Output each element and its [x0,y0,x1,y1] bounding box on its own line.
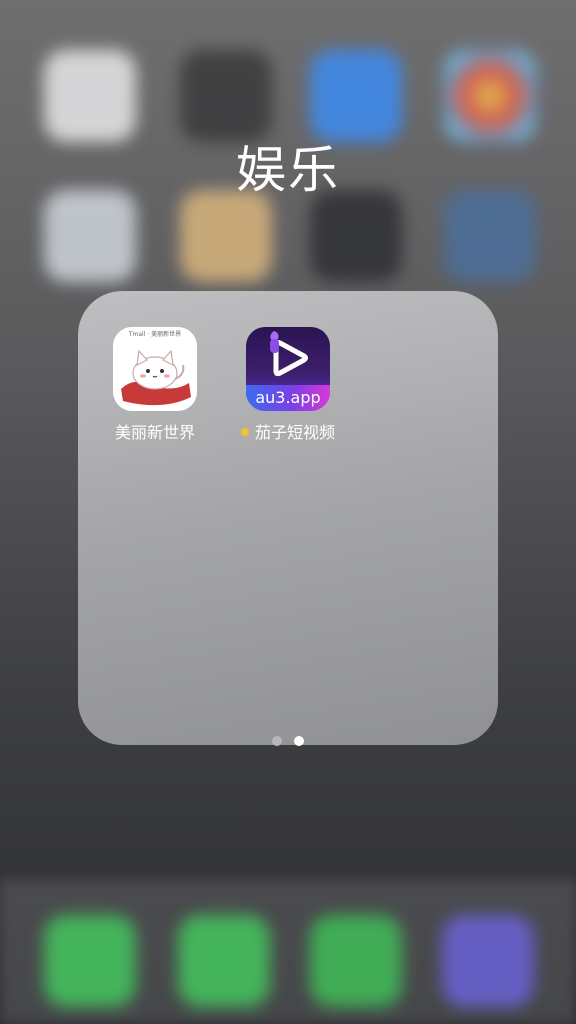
app-label: 美丽新世界 [114,423,195,442]
messages-icon [178,915,270,1007]
wechat-icon [310,915,402,1007]
app-qiezi-video[interactable]: au3.app 茄子短视频 [228,327,348,443]
icon-caption: Tmall · 美丽新世界 [128,331,182,338]
app-meili-xinshijie[interactable]: Tmall · 美丽新世界 美丽新世界 [95,327,215,443]
blurred-app-icon [44,190,136,282]
blurred-app-icon [444,190,536,282]
blurred-app-icon [180,50,272,142]
page-dot-1[interactable] [272,736,282,746]
new-install-dot [240,427,249,436]
folder-title: 娱乐 [236,141,340,199]
cat-illustration [121,349,191,406]
page-dot-2-active[interactable] [294,736,304,746]
app-label-row: 茄子短视频 [228,419,348,443]
blurred-app-icon [180,190,272,282]
blurred-app-icon [310,50,402,142]
phone-icon [44,915,136,1007]
blurred-app-icon [310,190,402,282]
home-screen: 娱乐 Tmall · 美丽新世界 美丽新世界 au3.app 茄子短视频 [0,0,576,1024]
cat-icon[interactable]: Tmall · 美丽新世界 [113,327,197,411]
eggplant-play-icon[interactable]: au3.app [246,327,330,411]
blurred-app-icon [442,915,534,1007]
app-label: 茄子短视频 [254,423,335,442]
blurred-app-icon [444,50,536,142]
icon-caption: au3.app [246,385,330,411]
play-icon [270,331,308,377]
blurred-app-icon [44,50,136,142]
page-indicator[interactable] [0,731,576,750]
folder-panel: Tmall · 美丽新世界 美丽新世界 au3.app 茄子短视频 [78,291,498,745]
